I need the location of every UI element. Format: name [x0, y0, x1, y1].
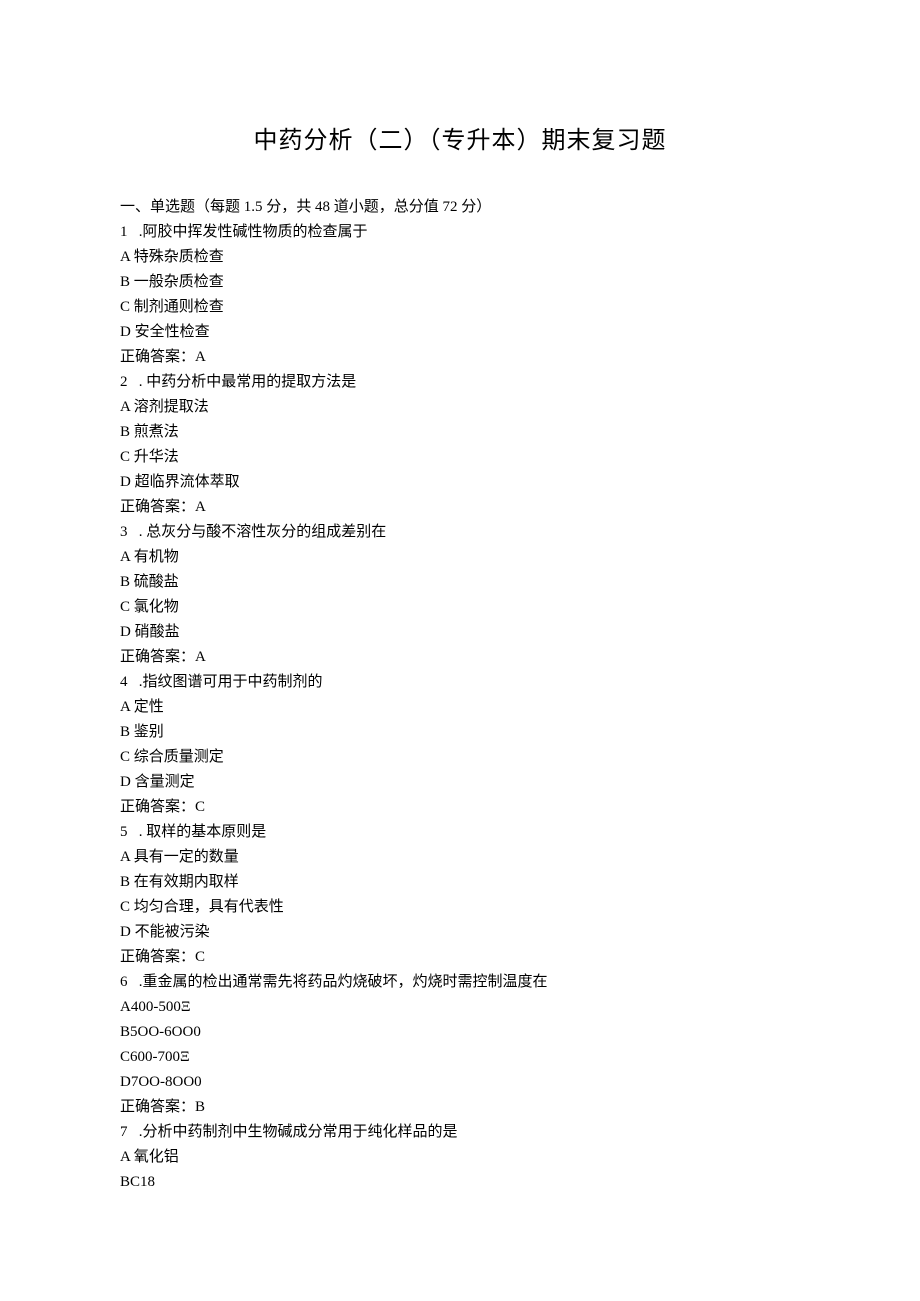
question-option: D 安全性检查 [120, 320, 800, 345]
question-stem: 2 . 中药分析中最常用的提取方法是 [120, 370, 800, 395]
question-option: B 煎煮法 [120, 420, 800, 445]
question-stem: 3 . 总灰分与酸不溶性灰分的组成差别在 [120, 520, 800, 545]
question-stem: 7 .分析中药制剂中生物碱成分常用于纯化样品的是 [120, 1120, 800, 1145]
question-option: C 氯化物 [120, 595, 800, 620]
section-heading: 一、单选题（每题 1.5 分，共 48 道小题，总分值 72 分） [120, 195, 800, 220]
question-option: D 不能被污染 [120, 920, 800, 945]
document-page: 中药分析（二）（专升本）期末复习题 一、单选题（每题 1.5 分，共 48 道小… [0, 0, 920, 1255]
question-option: C600-700Ξ [120, 1045, 800, 1070]
question-option: D7OO-8OO0 [120, 1070, 800, 1095]
question-stem: 5 . 取样的基本原则是 [120, 820, 800, 845]
question-option: A 氧化铝 [120, 1145, 800, 1170]
question-option: B 硫酸盐 [120, 570, 800, 595]
question-stem: 4 .指纹图谱可用于中药制剂的 [120, 670, 800, 695]
question-answer: 正确答案：B [120, 1095, 800, 1120]
question-option: D 含量测定 [120, 770, 800, 795]
question-stem: 1 .阿胶中挥发性碱性物质的检查属于 [120, 220, 800, 245]
question-option: D 超临界流体萃取 [120, 470, 800, 495]
question-answer: 正确答案：C [120, 795, 800, 820]
question-option: C 升华法 [120, 445, 800, 470]
question-answer: 正确答案：A [120, 645, 800, 670]
question-option: B 在有效期内取样 [120, 870, 800, 895]
question-option: B 一般杂质检查 [120, 270, 800, 295]
document-body: 一、单选题（每题 1.5 分，共 48 道小题，总分值 72 分）1 .阿胶中挥… [120, 195, 800, 1195]
question-stem: 6 .重金属的检出通常需先将药品灼烧破坏，灼烧时需控制温度在 [120, 970, 800, 995]
question-option: A 溶剂提取法 [120, 395, 800, 420]
question-option: BC18 [120, 1170, 800, 1195]
question-answer: 正确答案：A [120, 495, 800, 520]
question-answer: 正确答案：A [120, 345, 800, 370]
page-title: 中药分析（二）（专升本）期末复习题 [120, 120, 800, 155]
question-option: A 特殊杂质检查 [120, 245, 800, 270]
question-option: A 有机物 [120, 545, 800, 570]
question-option: C 制剂通则检查 [120, 295, 800, 320]
question-option: A 具有一定的数量 [120, 845, 800, 870]
question-option: C 均匀合理，具有代表性 [120, 895, 800, 920]
question-option: B 鉴别 [120, 720, 800, 745]
question-option: A 定性 [120, 695, 800, 720]
question-answer: 正确答案：C [120, 945, 800, 970]
question-option: A400-500Ξ [120, 995, 800, 1020]
question-option: B5OO-6OO0 [120, 1020, 800, 1045]
question-option: C 综合质量测定 [120, 745, 800, 770]
question-option: D 硝酸盐 [120, 620, 800, 645]
